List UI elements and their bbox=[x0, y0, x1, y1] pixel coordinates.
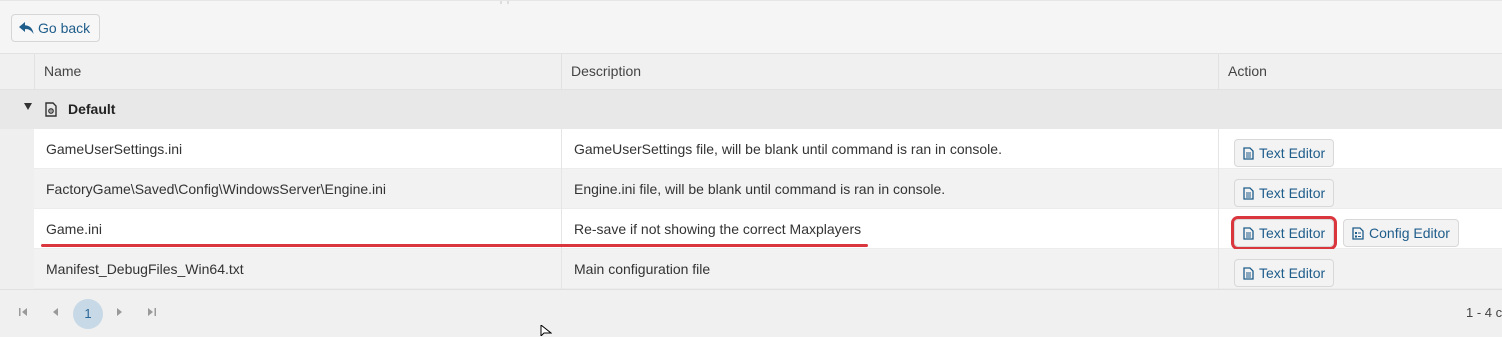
page-button-current[interactable]: 1 bbox=[73, 299, 103, 329]
previous-page-icon[interactable] bbox=[52, 307, 59, 320]
row-indent bbox=[0, 129, 34, 169]
file-text-icon bbox=[1243, 227, 1254, 240]
table-row: FactoryGame\Saved\Config\WindowsServer\E… bbox=[0, 169, 1502, 209]
file-description: GameUserSettings file, will be blank unt… bbox=[561, 129, 1218, 169]
row-actions: Text Editor bbox=[1218, 249, 1502, 289]
file-text-icon bbox=[1243, 267, 1254, 280]
row-indent bbox=[0, 169, 34, 209]
file-text-icon bbox=[1243, 187, 1254, 200]
header-spacer bbox=[0, 54, 34, 89]
collapse-caret-icon[interactable] bbox=[24, 103, 32, 110]
column-header-description[interactable]: Description bbox=[561, 54, 1218, 89]
mouse-cursor-icon bbox=[540, 325, 552, 336]
file-description: Engine.ini file, will be blank until com… bbox=[561, 169, 1218, 209]
text-editor-label: Text Editor bbox=[1259, 225, 1326, 242]
text-editor-label: Text Editor bbox=[1259, 265, 1326, 282]
divider bbox=[507, 1, 509, 4]
file-description: Main configuration file bbox=[561, 249, 1218, 289]
row-indent bbox=[0, 249, 34, 289]
pager: 1 1 - 4 c bbox=[0, 289, 1502, 337]
go-back-button[interactable]: Go back bbox=[11, 14, 101, 42]
group-label: Default bbox=[68, 101, 116, 117]
annotation-underline bbox=[41, 244, 868, 247]
file-name: Game.ini bbox=[46, 221, 103, 237]
file-name: GameUserSettings.ini bbox=[46, 141, 183, 157]
file-name: Manifest_DebugFiles_Win64.txt bbox=[46, 261, 244, 277]
table-row: GameUserSettings.ini GameUserSettings fi… bbox=[0, 129, 1502, 169]
row-indent bbox=[0, 209, 34, 249]
file-config-icon bbox=[1352, 227, 1364, 240]
config-editor-button[interactable]: Config Editor bbox=[1343, 219, 1459, 248]
last-page-icon[interactable] bbox=[147, 307, 156, 320]
text-editor-button[interactable]: Text Editor bbox=[1234, 139, 1335, 168]
toolbar: Go back bbox=[0, 0, 1502, 54]
config-editor-label: Config Editor bbox=[1369, 225, 1450, 242]
column-header-action[interactable]: Action bbox=[1218, 54, 1502, 89]
text-editor-button[interactable]: Text Editor bbox=[1234, 179, 1335, 208]
table-row: Manifest_DebugFiles_Win64.txt Main confi… bbox=[0, 249, 1502, 289]
first-page-icon[interactable] bbox=[19, 307, 28, 320]
file-name: FactoryGame\Saved\Config\WindowsServer\E… bbox=[46, 181, 387, 197]
text-editor-label: Text Editor bbox=[1259, 145, 1326, 162]
pager-summary: 1 - 4 c bbox=[1466, 305, 1502, 320]
file-description: Re-save if not showing the correct Maxpl… bbox=[561, 209, 1218, 249]
row-actions: Text Editor bbox=[1218, 129, 1502, 169]
next-page-icon[interactable] bbox=[116, 307, 123, 320]
file-gear-icon bbox=[45, 102, 57, 117]
group-row-default[interactable]: Default bbox=[0, 90, 1502, 129]
text-editor-button[interactable]: Text Editor bbox=[1230, 216, 1338, 251]
file-text-icon bbox=[1243, 147, 1254, 160]
reply-arrow-icon bbox=[19, 21, 34, 34]
text-editor-button[interactable]: Text Editor bbox=[1234, 259, 1335, 288]
files-grid: Name Description Action Default GameUser… bbox=[0, 53, 1502, 289]
table-header: Name Description Action bbox=[0, 53, 1502, 90]
column-header-name[interactable]: Name bbox=[34, 54, 561, 89]
go-back-label: Go back bbox=[38, 20, 91, 36]
row-actions: Text Editor bbox=[1218, 169, 1502, 209]
text-editor-label: Text Editor bbox=[1259, 185, 1326, 202]
table-row: Game.ini Re-save if not showing the corr… bbox=[0, 209, 1502, 251]
divider bbox=[500, 1, 502, 4]
row-actions: Text Editor Config Editor bbox=[1218, 209, 1502, 251]
